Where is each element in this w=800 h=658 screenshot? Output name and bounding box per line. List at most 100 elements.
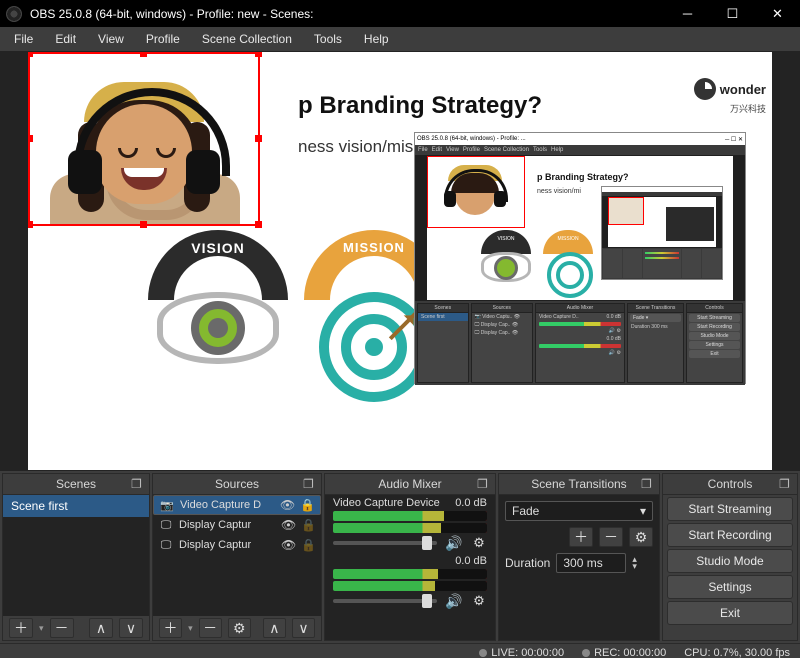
scenes-title: Scenes: [56, 477, 96, 491]
scene-item[interactable]: Scene first: [3, 495, 149, 517]
gear-icon[interactable]: ⚙: [471, 535, 487, 551]
lock-icon[interactable]: 🔒: [300, 498, 314, 512]
source-up-button[interactable]: ∧: [263, 618, 286, 638]
status-live: LIVE: 00:00:00: [479, 647, 564, 658]
preview-area[interactable]: p Branding Strategy? ness vision/mis won…: [0, 51, 800, 471]
menu-help[interactable]: Help: [354, 29, 399, 49]
menu-scene-collection[interactable]: Scene Collection: [192, 29, 302, 49]
source-item[interactable]: 📷Video Capture D👁🔒: [153, 495, 321, 515]
menu-file[interactable]: File: [4, 29, 43, 49]
transition-settings-button[interactable]: ⚙: [629, 527, 653, 547]
vision-label: VISION: [148, 240, 288, 256]
source-down-button[interactable]: ∨: [292, 618, 315, 638]
resize-handle[interactable]: [255, 52, 262, 57]
popout-icon[interactable]: ❐: [641, 477, 655, 491]
scene-down-button[interactable]: ∨: [119, 618, 143, 638]
mixer-channel: 0.0 dB 🔊⚙: [325, 553, 495, 611]
controls-title: Controls: [708, 477, 753, 491]
popout-icon[interactable]: ❐: [303, 477, 317, 491]
resize-handle[interactable]: [28, 221, 33, 228]
start-recording-button[interactable]: Start Recording: [667, 523, 793, 547]
webcam-source[interactable]: [28, 52, 260, 226]
studio-mode-button[interactable]: Studio Mode: [667, 549, 793, 573]
volume-slider[interactable]: [333, 541, 437, 545]
popout-icon[interactable]: ❐: [477, 477, 491, 491]
audio-mixer-panel: Audio Mixer❐ Video Capture Device0.0 dB …: [324, 473, 496, 641]
scene-up-button[interactable]: ∧: [89, 618, 113, 638]
lock-icon[interactable]: 🔒: [301, 518, 315, 532]
add-source-button[interactable]: ＋: [159, 618, 182, 638]
scenes-panel: Scenes❐ Scene first ＋▾ － ∧ ∨: [2, 473, 150, 641]
visibility-icon[interactable]: 👁: [281, 518, 295, 532]
resize-handle[interactable]: [255, 221, 262, 228]
display-icon: 🖵: [159, 519, 173, 532]
audio-meter: [333, 569, 487, 579]
audio-meter: [333, 523, 487, 533]
menu-edit[interactable]: Edit: [45, 29, 86, 49]
menu-profile[interactable]: Profile: [136, 29, 190, 49]
minimize-button[interactable]: ─: [665, 0, 710, 27]
visibility-icon[interactable]: 👁: [281, 538, 295, 552]
duration-label: Duration: [505, 556, 550, 570]
vision-graphic: VISION: [148, 230, 288, 364]
duration-stepper[interactable]: ▴▾: [632, 556, 637, 570]
resize-handle[interactable]: [140, 52, 147, 57]
dock: Scenes❐ Scene first ＋▾ － ∧ ∨ Sources❐ 📷V…: [0, 471, 800, 643]
volume-slider[interactable]: [333, 599, 437, 603]
audio-meter: [333, 581, 487, 591]
menu-view[interactable]: View: [88, 29, 134, 49]
resize-handle[interactable]: [140, 221, 147, 228]
lock-icon[interactable]: 🔒: [301, 538, 315, 552]
resize-handle[interactable]: [28, 135, 33, 142]
maximize-button[interactable]: ☐: [710, 0, 755, 27]
brand-subtext: 万兴科技: [730, 102, 766, 115]
visibility-icon[interactable]: 👁: [280, 498, 294, 512]
sources-title: Sources: [215, 477, 259, 491]
start-streaming-button[interactable]: Start Streaming: [667, 497, 793, 521]
settings-button[interactable]: Settings: [667, 575, 793, 599]
gear-icon[interactable]: ⚙: [471, 593, 487, 609]
resize-handle[interactable]: [28, 52, 33, 57]
transition-select[interactable]: Fade▾: [505, 501, 653, 521]
popout-icon[interactable]: ❐: [779, 477, 793, 491]
slide-title: p Branding Strategy?: [298, 92, 542, 120]
nested-title: OBS 25.0.8 (64-bit, windows) - Profile: …: [417, 136, 526, 142]
transitions-title: Scene Transitions: [531, 477, 626, 491]
preview-canvas[interactable]: p Branding Strategy? ness vision/mis won…: [28, 52, 772, 470]
live-dot-icon: [479, 649, 487, 657]
remove-transition-button[interactable]: －: [599, 527, 623, 547]
remove-source-button[interactable]: －: [199, 618, 222, 638]
slide-subtitle: ness vision/mis: [298, 137, 413, 157]
add-scFRONTene-button[interactable]: ＋: [9, 618, 33, 638]
menu-tools[interactable]: Tools: [304, 29, 352, 49]
popout-icon[interactable]: ❐: [131, 477, 145, 491]
add-transition-button[interactable]: ＋: [569, 527, 593, 547]
title-bar: OBS 25.0.8 (64-bit, windows) - Profile: …: [0, 0, 800, 27]
brand-text: wonder: [720, 82, 766, 97]
wondershare-icon: [694, 78, 716, 100]
camera-icon: 📷: [160, 499, 174, 512]
close-button[interactable]: ✕: [755, 0, 800, 27]
status-bar: LIVE: 00:00:00 REC: 00:00:00 CPU: 0.7%, …: [0, 643, 800, 658]
source-item[interactable]: 🖵Display Captur👁🔒: [153, 535, 321, 555]
channel-name: Video Capture Device: [333, 497, 440, 509]
speaker-icon[interactable]: 🔊: [445, 593, 463, 609]
transitions-panel: Scene Transitions❐ Fade▾ ＋ － ⚙ Duration …: [498, 473, 660, 641]
display-icon: 🖵: [159, 539, 173, 552]
speaker-icon[interactable]: 🔊: [445, 535, 463, 551]
source-item[interactable]: 🖵Display Captur👁🔒: [153, 515, 321, 535]
nested-obs-window: OBS 25.0.8 (64-bit, windows) - Profile: …: [414, 132, 746, 384]
exit-button[interactable]: Exit: [667, 601, 793, 625]
duration-input[interactable]: 300 ms: [556, 553, 626, 573]
channel-db: 0.0 dB: [455, 497, 487, 509]
window-title: OBS 25.0.8 (64-bit, windows) - Profile: …: [30, 7, 665, 21]
sources-panel: Sources❐ 📷Video Capture D👁🔒 🖵Display Cap…: [152, 473, 322, 641]
source-settings-button[interactable]: ⚙: [228, 618, 251, 638]
status-rec: REC: 00:00:00: [582, 647, 666, 658]
obs-logo-icon: [6, 6, 22, 22]
resize-handle[interactable]: [255, 135, 262, 142]
menu-bar: File Edit View Profile Scene Collection …: [0, 27, 800, 51]
rec-dot-icon: [582, 649, 590, 657]
remove-scene-button[interactable]: －: [50, 618, 74, 638]
status-cpu: CPU: 0.7%, 30.00 fps: [684, 647, 790, 658]
